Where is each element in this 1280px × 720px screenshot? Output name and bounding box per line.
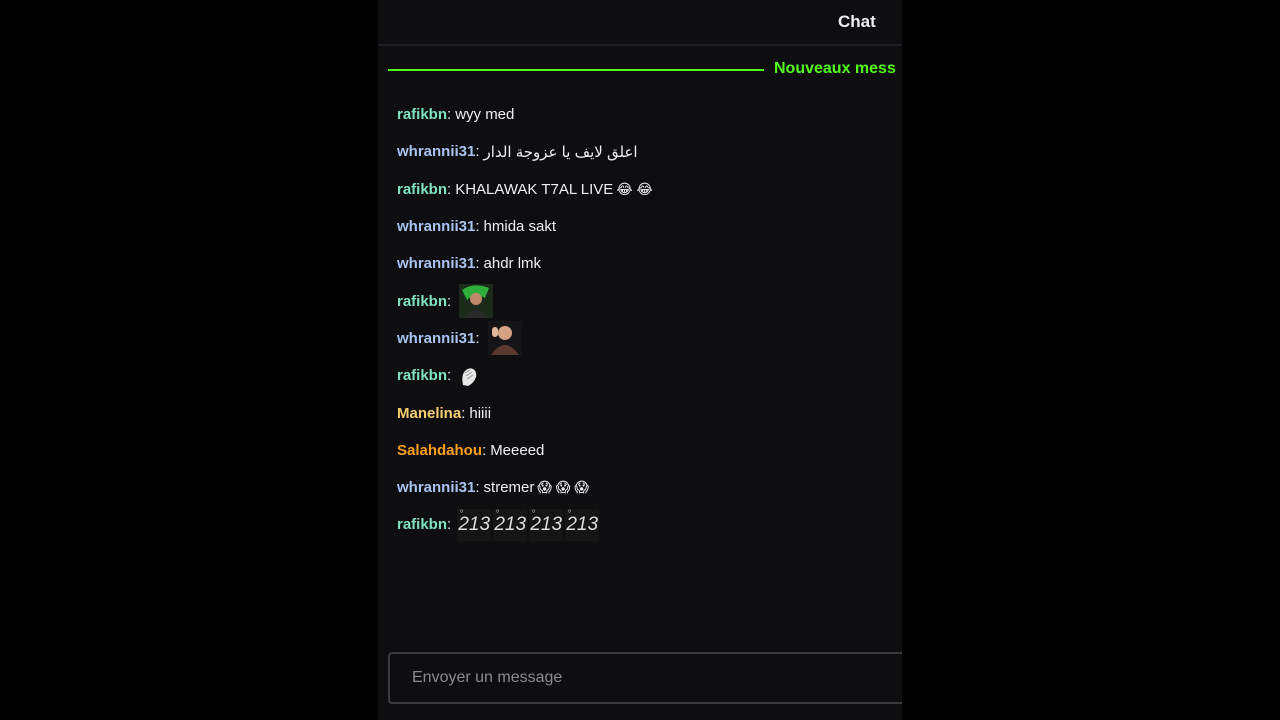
- username[interactable]: whrannii31: [397, 330, 475, 347]
- chat-message: whrannii31: hmida sakt: [397, 208, 897, 245]
- emote-213[interactable]: 213: [457, 499, 492, 541]
- username[interactable]: whrannii31: [397, 479, 475, 496]
- chat-message: whrannii31: stremer 😱 😱 😱: [397, 469, 897, 506]
- chat-message: Salahdahou: Meeeed: [397, 432, 897, 469]
- username[interactable]: whrannii31: [397, 255, 475, 272]
- message-text: wyy med: [455, 106, 515, 124]
- chat-message: rafikbn:: [397, 357, 897, 394]
- separator: :: [447, 292, 452, 310]
- chat-header: Chat: [378, 0, 902, 46]
- message-text: hmida sakt: [483, 218, 557, 236]
- emote-213[interactable]: 213: [529, 499, 564, 541]
- portrait-emote-icon[interactable]: [459, 284, 494, 319]
- chat-title: Chat: [838, 12, 876, 31]
- message-text: hiiii: [469, 404, 492, 422]
- new-messages-divider: Nouveaux mess: [388, 60, 902, 82]
- separator: :: [461, 404, 466, 422]
- person-emote-icon[interactable]: [487, 321, 522, 356]
- message-input[interactable]: [388, 652, 902, 704]
- username[interactable]: Salahdahou: [397, 442, 482, 459]
- separator: :: [447, 180, 452, 198]
- chat-panel: Chat Nouveaux mess rafikbn: wyy med whra…: [378, 0, 902, 720]
- username[interactable]: rafikbn: [397, 293, 447, 310]
- emote-213[interactable]: 213: [565, 499, 600, 541]
- chat-message: rafikbn: wyy med: [397, 96, 897, 133]
- chat-message: rafikbn:: [397, 282, 897, 319]
- separator: :: [482, 441, 487, 459]
- username[interactable]: whrannii31: [397, 218, 475, 235]
- message-text: stremer: [483, 479, 535, 497]
- chat-message: whrannii31: اعلق لايف يا عزوجة الدار: [397, 133, 897, 170]
- message-text: ahdr lmk: [483, 255, 542, 273]
- chat-message: whrannii31: ahdr lmk: [397, 245, 897, 282]
- separator: :: [475, 255, 480, 273]
- username[interactable]: rafikbn: [397, 181, 447, 198]
- chat-message: rafikbn: KHALAWAK T7AL LIVE 😂 😂: [397, 171, 897, 208]
- chat-message: rafikbn: 213 213 213 213: [397, 499, 897, 543]
- separator: :: [475, 218, 480, 236]
- laughing-emoji-icon: 😂 😂: [616, 180, 653, 197]
- separator: :: [447, 516, 452, 534]
- chat-message: whrannii31:: [397, 320, 897, 357]
- message-list: rafikbn: wyy med whrannii31: اعلق لايف ي…: [397, 96, 897, 544]
- new-messages-line: [388, 69, 764, 71]
- message-text: Meeeed: [490, 441, 545, 459]
- username[interactable]: rafikbn: [397, 367, 447, 384]
- screaming-emoji-icon: 😱 😱 😱: [537, 479, 589, 496]
- username[interactable]: whrannii31: [397, 143, 475, 160]
- separator: :: [475, 329, 480, 347]
- separator: :: [475, 143, 480, 161]
- username[interactable]: rafikbn: [397, 106, 447, 123]
- separator: :: [475, 479, 480, 497]
- message-text: KHALAWAK T7AL LIVE: [455, 180, 614, 198]
- username[interactable]: rafikbn: [397, 516, 447, 533]
- emote-213[interactable]: 213: [493, 499, 528, 541]
- username[interactable]: Manelina: [397, 405, 461, 422]
- separator: :: [447, 106, 452, 124]
- separator: :: [447, 367, 452, 385]
- chat-message: Manelina: hiiii: [397, 394, 897, 431]
- message-text: اعلق لايف يا عزوجة الدار: [483, 143, 638, 161]
- new-messages-label: Nouveaux mess: [774, 60, 896, 77]
- hand-emote-icon[interactable]: [459, 365, 479, 387]
